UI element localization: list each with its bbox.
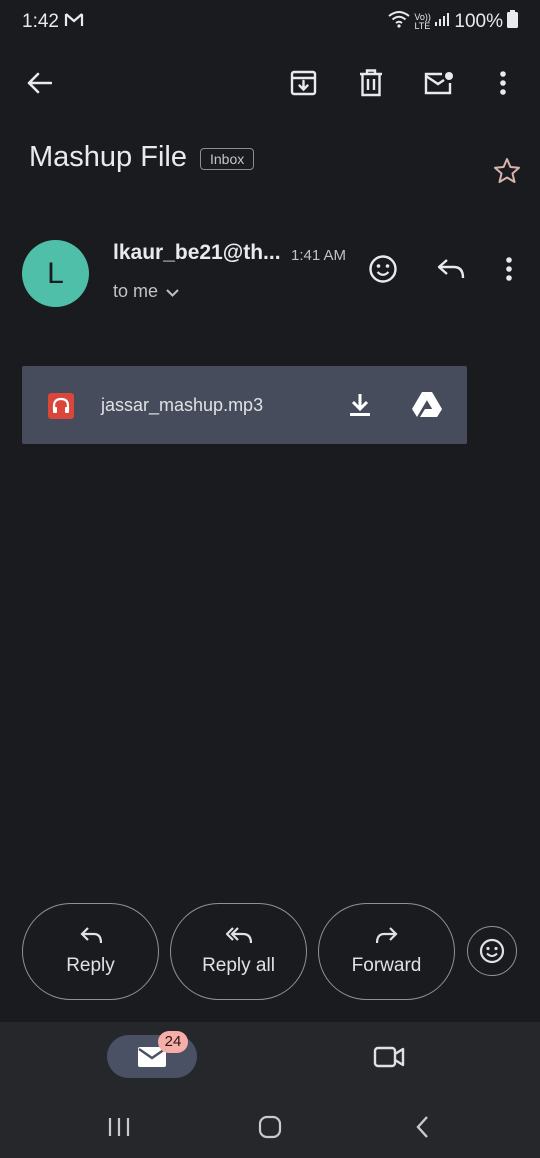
home-button[interactable] <box>250 1110 290 1144</box>
drive-icon <box>411 391 443 419</box>
star-icon <box>493 157 521 184</box>
reply-all-label: Reply all <box>202 954 275 976</box>
more-vert-icon <box>506 257 512 281</box>
arrow-left-icon <box>26 72 52 94</box>
archive-icon <box>290 70 317 96</box>
chevron-down-icon <box>166 281 179 302</box>
emoji-icon <box>368 254 398 284</box>
delete-button[interactable] <box>352 64 390 102</box>
status-time: 1:42 <box>22 11 59 32</box>
react-emoji-button[interactable] <box>467 926 517 976</box>
reply-icon <box>437 258 465 280</box>
more-vert-icon <box>500 71 506 95</box>
battery-icon <box>507 10 518 34</box>
download-icon <box>349 393 371 417</box>
mark-unread-button[interactable] <box>420 64 458 102</box>
gmail-notification-icon <box>64 12 84 33</box>
add-reaction-button[interactable] <box>364 250 402 288</box>
home-icon <box>258 1115 282 1139</box>
sender-name[interactable]: lkaur_be21@th... <box>113 241 281 265</box>
emoji-icon <box>479 938 505 964</box>
recent-apps-button[interactable] <box>99 1110 139 1144</box>
forward-label: Forward <box>351 954 422 976</box>
nav-meet-tab[interactable] <box>370 1040 408 1074</box>
message-more-button[interactable] <box>490 250 528 288</box>
volte-icon: Vo)) LTE <box>414 12 431 31</box>
wifi-icon <box>388 10 411 34</box>
inbox-label-chip[interactable]: Inbox <box>200 148 255 170</box>
forward-icon <box>375 926 398 949</box>
attachment-filename: jassar_mashup.mp3 <box>101 395 264 415</box>
unread-count-badge: 24 <box>158 1031 188 1053</box>
chevron-left-icon <box>415 1115 429 1139</box>
more-options-button[interactable] <box>484 64 522 102</box>
mail-unread-icon <box>424 71 454 95</box>
status-right: Vo)) LTE 100% <box>388 10 518 34</box>
save-to-drive-button[interactable] <box>409 387 445 423</box>
email-subject: Mashup File <box>29 141 187 173</box>
reply-button[interactable]: Reply <box>22 903 159 1000</box>
system-back-button[interactable] <box>402 1110 442 1144</box>
back-button[interactable] <box>20 64 58 102</box>
forward-button[interactable]: Forward <box>318 903 455 1000</box>
reply-icon <box>79 926 102 949</box>
sent-time: 1:41 AM <box>291 247 347 264</box>
recent-apps-icon <box>108 1117 130 1137</box>
recipient-details-toggle[interactable]: to me <box>113 281 179 302</box>
archive-button[interactable] <box>284 64 322 102</box>
download-button[interactable] <box>344 389 376 421</box>
sender-avatar[interactable]: L <box>22 240 89 307</box>
reply-all-button[interactable]: Reply all <box>170 903 307 1000</box>
trash-icon <box>359 69 383 97</box>
battery-percent: 100% <box>454 11 503 32</box>
attachment-card[interactable]: jassar_mashup.mp3 <box>22 366 467 444</box>
recipient-label: to me <box>113 281 159 301</box>
audio-file-icon <box>48 393 74 419</box>
status-bar: 1:42 Vo)) LTE 100% <box>0 0 540 46</box>
signal-icon <box>434 11 450 33</box>
reply-label: Reply <box>66 954 115 976</box>
bottom-navigation: 24 <box>0 1022 540 1158</box>
reply-all-icon <box>224 926 252 949</box>
video-camera-icon <box>373 1046 405 1068</box>
star-button[interactable] <box>489 152 525 188</box>
reply-icon-button[interactable] <box>432 250 470 288</box>
